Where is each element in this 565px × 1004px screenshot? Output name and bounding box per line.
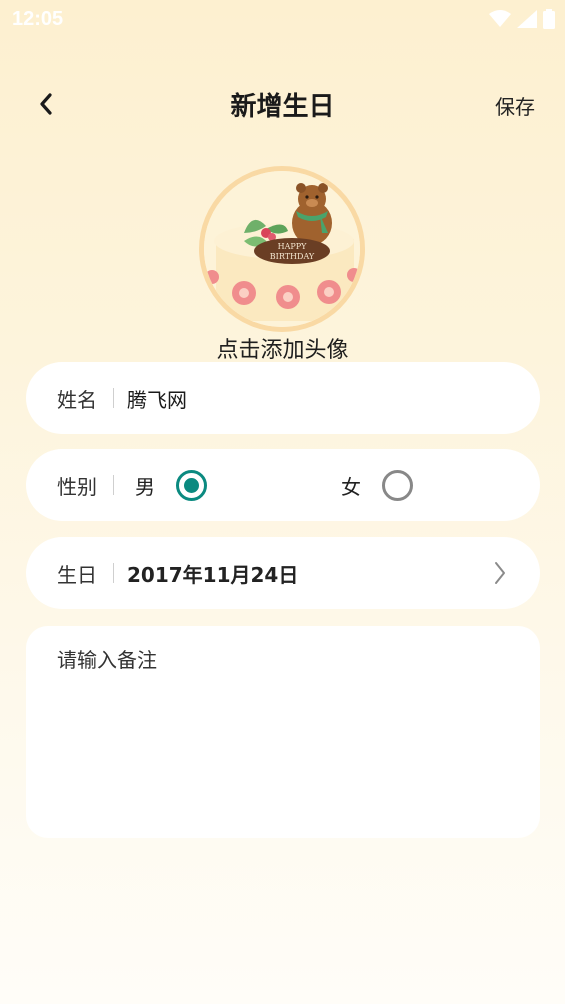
name-input[interactable]: 腾飞网 xyxy=(127,384,187,413)
battery-icon xyxy=(543,9,555,29)
gender-male-label[interactable]: 男 xyxy=(135,471,155,500)
birthday-field-card[interactable]: 生日 2017年11月24日 xyxy=(26,537,540,609)
divider xyxy=(113,563,114,583)
chevron-right-icon xyxy=(495,562,505,584)
gender-female-label[interactable]: 女 xyxy=(341,471,361,500)
save-button[interactable]: 保存 xyxy=(495,91,535,120)
avatar-caption[interactable]: 点击添加头像 xyxy=(0,332,565,364)
page-title: 新增生日 xyxy=(230,92,335,122)
avatar-image: HAPPY BIRTHDAY xyxy=(204,171,360,327)
divider xyxy=(113,388,114,408)
birthday-value[interactable]: 2017年11月24日 xyxy=(127,559,298,588)
gender-female-radio[interactable] xyxy=(382,469,413,501)
status-icons xyxy=(489,9,555,29)
birthday-label: 生日 xyxy=(57,562,97,587)
name-field-card[interactable]: 姓名 腾飞网 xyxy=(26,362,540,434)
cake-text-birthday: BIRTHDAY xyxy=(270,252,315,261)
avatar-picker[interactable]: HAPPY BIRTHDAY xyxy=(199,166,365,332)
nav-bar: 新增生日 保存 xyxy=(0,78,565,130)
cake-text-happy: HAPPY xyxy=(278,242,308,251)
cellular-icon xyxy=(517,10,537,28)
note-placeholder: 请输入备注 xyxy=(57,648,157,672)
radio-dot xyxy=(184,477,199,493)
wifi-icon xyxy=(489,10,511,27)
name-label: 姓名 xyxy=(57,387,97,412)
divider xyxy=(113,475,114,495)
note-textarea[interactable]: 请输入备注 xyxy=(26,626,540,838)
gender-label: 性别 xyxy=(57,474,97,499)
gender-field-card: 性别 男 女 xyxy=(26,449,540,521)
birthday-cake-image: HAPPY BIRTHDAY xyxy=(204,171,360,327)
gender-male-radio[interactable] xyxy=(176,469,207,501)
status-bar: 12:05 xyxy=(0,0,565,38)
status-time: 12:05 xyxy=(12,7,64,30)
